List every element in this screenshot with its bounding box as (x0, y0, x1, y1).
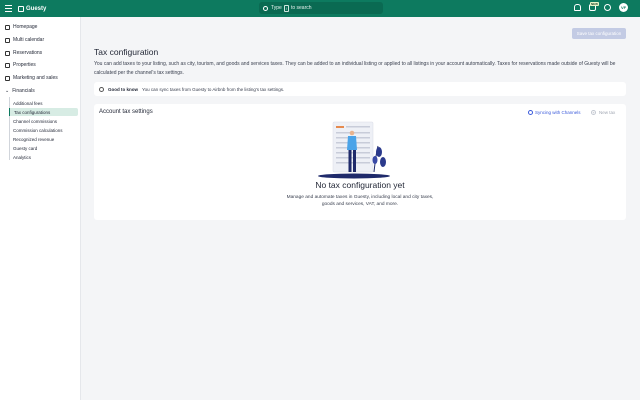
empty-state-description: Manage and automate taxes in Guesty, inc… (286, 195, 434, 207)
sidebar-sub-commission-calculations[interactable]: Commission calculations (9, 126, 78, 134)
brand-name: Guesty (26, 5, 47, 12)
help-icon[interactable] (604, 4, 611, 11)
sidebar-sub-tax-configurations[interactable]: Tax configurations (9, 108, 78, 116)
avatar[interactable]: VF (619, 3, 628, 12)
sidebar-item-label: Homepage (13, 24, 38, 30)
logo[interactable]: Guesty (18, 4, 46, 13)
sync-icon (528, 110, 533, 115)
sidebar-item-label: Reservations (13, 50, 43, 56)
empty-state-title: No tax configuration yet (315, 180, 405, 190)
marketing-icon (5, 75, 10, 81)
properties-icon (5, 62, 10, 68)
menu-icon[interactable] (5, 5, 12, 12)
info-banner: Good to know You can sync taxes from Gue… (94, 82, 626, 96)
plus-icon: + (591, 110, 596, 115)
new-tax-label: New tax (599, 110, 616, 115)
search-icon (263, 5, 268, 11)
info-icon (99, 86, 104, 92)
sub-item-label: Commission calculations (13, 127, 63, 133)
search-suffix: to search (290, 5, 312, 11)
card-title: Account tax settings (99, 109, 153, 115)
info-title: Good to know (108, 86, 138, 92)
page-title: Tax configuration (94, 47, 159, 57)
empty-state-illustration (318, 121, 390, 179)
sub-item-label: Guesty card (13, 145, 38, 151)
sub-item-label: Tax configurations (14, 109, 51, 115)
sidebar-item-label: Marketing and sales (13, 75, 58, 81)
sidebar-item-label: Financials (12, 88, 35, 94)
guesty-logo-icon (18, 5, 24, 12)
sidebar-sub-channel-commissions[interactable]: Channel commissions (9, 117, 78, 125)
sidebar-item-financials[interactable]: ⌄ Financials (5, 86, 35, 96)
sidebar-item-properties[interactable]: Properties (5, 60, 36, 70)
chevron-down-icon: ⌄ (5, 88, 10, 94)
calendar-icon (5, 37, 10, 43)
info-text: You can sync taxes from Guesty to Airbnb… (142, 86, 285, 92)
sub-item-label: Recognized revenue (13, 136, 55, 142)
sync-label: Syncing with Channels (535, 110, 581, 115)
search-shortcut-key: / (283, 4, 289, 12)
home-icon (5, 24, 10, 30)
inbox-icon[interactable]: NEW (589, 2, 599, 11)
sidebar-item-reservations[interactable]: Reservations (5, 48, 42, 58)
new-badge: NEW (590, 2, 599, 6)
sub-item-label: Channel commissions (13, 118, 58, 124)
sidebar-item-label: Properties (13, 62, 36, 68)
sidebar-item-homepage[interactable]: Homepage (5, 22, 37, 32)
sub-item-label: Additional fees (13, 100, 43, 106)
search-input[interactable]: Type / to search (259, 2, 383, 14)
sidebar-item-label: Multi calendar (13, 37, 45, 43)
save-tax-configuration-button[interactable]: Save tax configuration (572, 28, 626, 39)
sidebar-item-multi-calendar[interactable]: Multi calendar (5, 35, 44, 45)
account-tax-settings-card: Account tax settings Syncing with Channe… (94, 104, 626, 220)
sidebar-sub-analytics[interactable]: Analytics (9, 153, 78, 161)
page-description: You can add taxes to your listing, such … (94, 61, 616, 76)
syncing-with-channels-link[interactable]: Syncing with Channels (528, 110, 581, 115)
sub-item-label: Analytics (13, 154, 32, 160)
sidebar-item-marketing[interactable]: Marketing and sales (5, 73, 58, 83)
sidebar-sub-additional-fees[interactable]: Additional fees (9, 99, 78, 107)
sidebar-sub-recognized-revenue[interactable]: Recognized revenue (9, 135, 78, 143)
top-bar: Guesty Type / to search NEW VF (0, 0, 640, 17)
sidebar-sub-guesty-card[interactable]: Guesty card (9, 144, 78, 152)
new-tax-button[interactable]: + New tax (591, 110, 615, 115)
sidebar: Homepage Multi calendar Reservations Pro… (0, 17, 81, 400)
search-prefix: Type (271, 5, 282, 11)
reservations-icon (5, 50, 10, 56)
bell-icon[interactable] (574, 4, 581, 11)
